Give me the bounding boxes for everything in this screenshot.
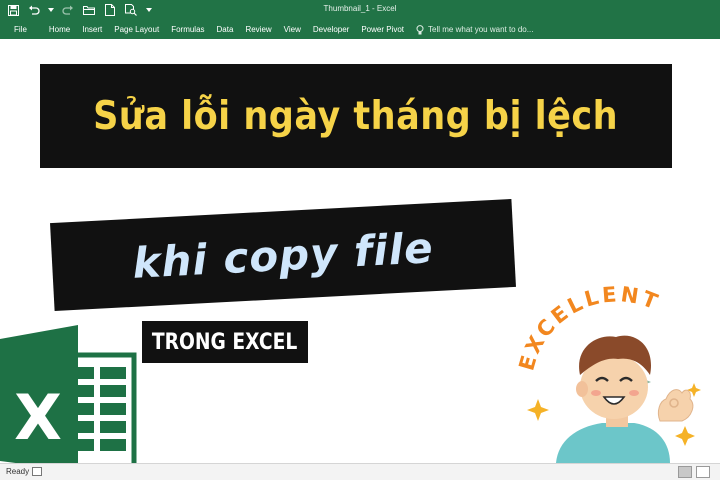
tab-view[interactable]: View — [278, 20, 307, 39]
headline-banner: Sửa lỗi ngày tháng bị lệch — [40, 64, 672, 168]
subheadline-text: khi copy file — [131, 222, 435, 288]
tab-file[interactable]: File — [6, 20, 43, 39]
tab-formulas[interactable]: Formulas — [165, 20, 210, 39]
tab-page-layout[interactable]: Page Layout — [108, 20, 165, 39]
tagline-text: TRONG EXCEL — [152, 329, 298, 355]
excel-logo: X — [0, 325, 137, 463]
normal-view-icon[interactable] — [678, 466, 692, 478]
window-title: Thumbnail_1 - Excel — [323, 4, 397, 13]
tab-developer[interactable]: Developer — [307, 20, 355, 39]
tab-review[interactable]: Review — [239, 20, 277, 39]
tell-me-text: Tell me what you want to do... — [428, 25, 534, 34]
tab-power-pivot[interactable]: Power Pivot — [355, 20, 410, 39]
excel-logo-letter: X — [14, 381, 62, 454]
tell-me-box[interactable]: Tell me what you want to do... — [410, 20, 533, 39]
status-bar: Ready — [0, 463, 720, 480]
tagline-banner: TRONG EXCEL — [142, 321, 308, 363]
status-text: Ready — [6, 467, 30, 476]
ribbon-tabs: File Home Insert Page Layout Formulas Da… — [0, 20, 720, 39]
worksheet-canvas: Sửa lỗi ngày tháng bị lệch khi copy file… — [0, 39, 720, 463]
title-bar: Thumbnail_1 - Excel — [0, 0, 720, 20]
mascot-illustration: EXCELLENT — [514, 282, 701, 463]
lightbulb-icon — [416, 24, 424, 34]
view-switcher — [678, 466, 710, 478]
tab-home[interactable]: Home — [43, 20, 76, 39]
headline-text: Sửa lỗi ngày tháng bị lệch — [93, 93, 619, 139]
tab-insert[interactable]: Insert — [76, 20, 108, 39]
page-layout-view-icon[interactable] — [696, 466, 710, 478]
tab-data[interactable]: Data — [211, 20, 240, 39]
macro-record-icon[interactable] — [32, 467, 42, 476]
subheadline-banner: khi copy file — [50, 198, 516, 312]
